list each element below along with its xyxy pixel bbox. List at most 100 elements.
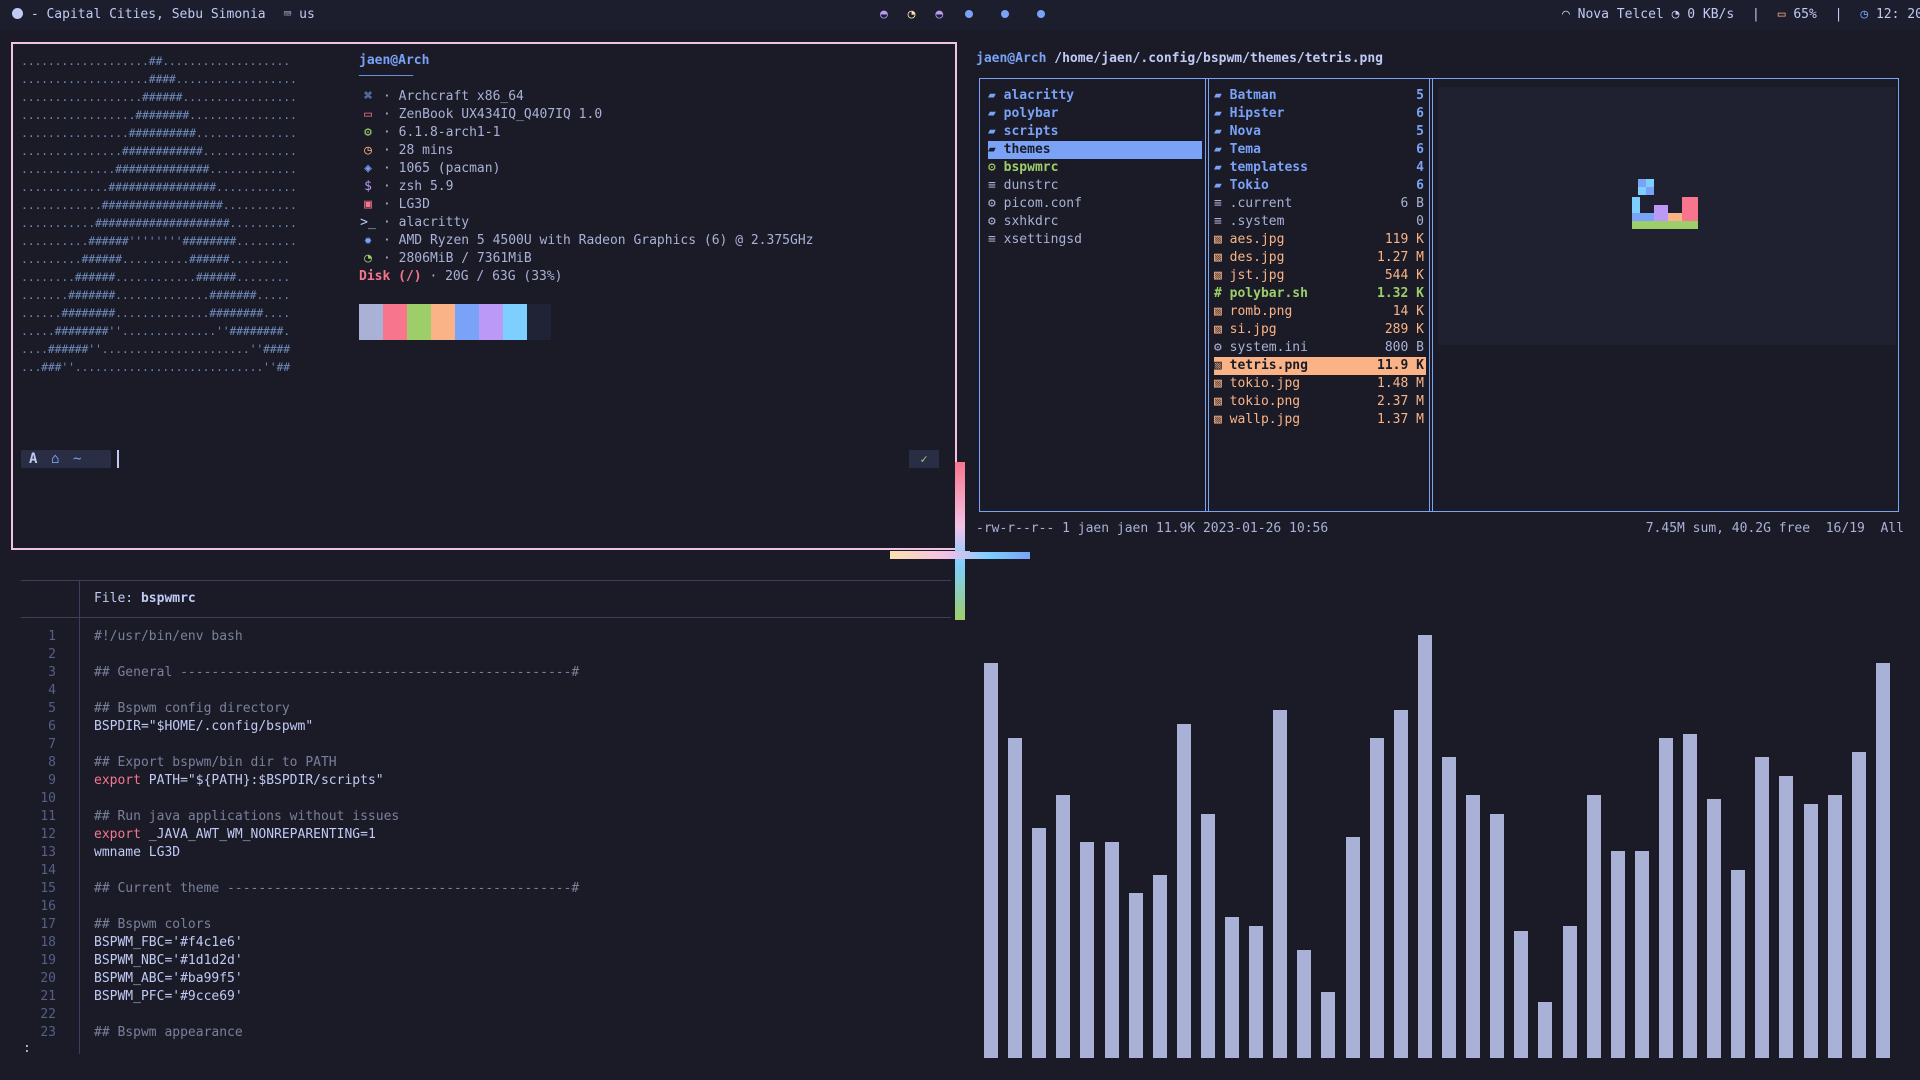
terminal-window[interactable]: ...................##...................…	[11, 42, 957, 550]
file-entry[interactable]: ≡ .current 6 B	[1214, 195, 1426, 213]
parent-entry[interactable]: ⚙ sxhkdrc	[988, 213, 1202, 231]
parent-entry[interactable]: ▰ alacritty	[988, 87, 1202, 105]
prompt-path: ~	[73, 451, 82, 467]
divider	[79, 580, 80, 1054]
image-icon: ▧	[1214, 304, 1230, 319]
entry-name: tetris.png	[1229, 358, 1308, 373]
workspace-1-ghost-icon[interactable]: ◓	[880, 7, 888, 22]
disk-line: Disk (/) · 20G / 63G (33%)	[359, 268, 563, 286]
clock-time: 12: 20	[1875, 7, 1920, 22]
workspace-2-pacman-icon[interactable]: ◔	[908, 7, 916, 22]
image-icon: ▧	[1214, 268, 1230, 283]
line-number: 10	[40, 791, 56, 806]
file-manager[interactable]: jaen@Arch /home/jaen/.config/bspwm/theme…	[970, 42, 1910, 552]
separator: |	[1834, 7, 1843, 22]
visualizer-bar	[1804, 804, 1818, 1058]
clock-icon: ◷	[364, 143, 372, 158]
info-row: ◷ · 28 mins	[359, 142, 453, 160]
gear-icon: ⚙	[364, 125, 372, 140]
line-number: 5	[48, 701, 56, 716]
ranger-current-column[interactable]: ▰ Batman 5 ▰ Hipster 6 ▰ Nova 5 ▰ Tema 6 ▰ templ…	[1205, 78, 1433, 512]
image-icon: ▧	[1214, 232, 1230, 247]
folder-icon: ▰	[988, 88, 1004, 103]
file-entry[interactable]: ⚙ system.ini 800 B	[1214, 339, 1426, 357]
file-entry[interactable]: ▧ jst.jpg 544 K	[1214, 267, 1426, 285]
workspace-4-dot[interactable]	[964, 10, 973, 18]
info-row: $ · zsh 5.9	[359, 178, 453, 196]
topbar-left: - Capital Cities, Sebu Simonia ⌨ us	[12, 7, 315, 22]
visualizer-bar	[984, 663, 998, 1058]
file-entry[interactable]: # polybar.sh 1.32 K	[1214, 285, 1426, 303]
top-bar: - Capital Cities, Sebu Simonia ⌨ us ◓ ◔ …	[0, 0, 1920, 30]
visualizer-bar	[1153, 875, 1167, 1058]
ranger-parent-column[interactable]: ▰ alacritty ▰ polybar ▰ scripts ▰ themes ⚙ b…	[979, 78, 1209, 512]
workspace-6-dot[interactable]	[1036, 10, 1045, 18]
code-line: ## Bspwm config directory	[94, 701, 290, 716]
file-entry[interactable]: ▧ aes.jpg 119 K	[1214, 231, 1426, 249]
file-icon: ≡	[1214, 214, 1230, 229]
workspace-5-dot[interactable]	[1000, 10, 1009, 18]
command-line[interactable]: :	[23, 1040, 31, 1058]
arch-icon: A	[29, 451, 38, 467]
entry-name: scripts	[1003, 124, 1059, 139]
parent-entry[interactable]: ▰ scripts	[988, 123, 1202, 141]
file-entry[interactable]: ▰ Batman 5	[1214, 87, 1426, 105]
color-swatch	[359, 304, 383, 340]
file-entry[interactable]: ▰ templatess 4	[1214, 159, 1426, 177]
entry-name: picom.conf	[1003, 196, 1082, 211]
visualizer-bar	[1346, 837, 1360, 1058]
line-number: 22	[40, 1007, 56, 1022]
file-entry[interactable]: ▧ romb.png 14 K	[1214, 303, 1426, 321]
info-text: · AMD Ryzen 5 4500U with Radeon Graphics…	[383, 233, 814, 248]
file-entry[interactable]: ▰ Tokio 6	[1214, 177, 1426, 195]
info-row: ⌘ · Archcraft x86_64	[359, 88, 524, 106]
visualizer-bar	[1731, 870, 1745, 1058]
audio-visualizer	[970, 566, 1910, 1066]
gear-icon: ⚙	[988, 214, 1004, 229]
file-entry[interactable]: ▧ tokio.jpg 1.48 M	[1214, 375, 1426, 393]
folder-icon: ▰	[1214, 178, 1230, 193]
parent-entry[interactable]: ▰ themes	[988, 141, 1202, 159]
code-line: ## Run java applications without issues	[94, 809, 400, 824]
folder-icon: ▰	[1214, 124, 1230, 139]
parent-entry[interactable]: ≡ xsettingsd	[988, 231, 1202, 249]
line-number: 16	[40, 899, 56, 914]
entry-size: 1.37 M	[1377, 412, 1424, 427]
code-viewer[interactable]: File: bspwmrc 1 #!/usr/bin/env bash 2 3 ## G…	[11, 566, 953, 1066]
color-swatch	[431, 304, 455, 340]
visualizer-bar	[1563, 926, 1577, 1058]
parent-entry[interactable]: ≡ dunstrc	[988, 177, 1202, 195]
tetris-block	[1632, 213, 1654, 221]
file-entry[interactable]: ▧ si.jpg 289 K	[1214, 321, 1426, 339]
entry-size: 544 K	[1384, 268, 1424, 283]
file-entry[interactable]: ▧ des.jpg 1.27 M	[1214, 249, 1426, 267]
text-cursor[interactable]	[117, 450, 119, 468]
file-entry[interactable]: ▰ Tema 6	[1214, 141, 1426, 159]
tetris-block	[1638, 179, 1646, 187]
visualizer-bar	[1321, 992, 1335, 1058]
file-entry[interactable]: ▰ Hipster 6	[1214, 105, 1426, 123]
workspace-3-ghost-icon[interactable]: ◓	[935, 7, 943, 22]
cpu-icon: ✹	[364, 233, 372, 248]
visualizer-bar	[1683, 734, 1697, 1058]
entry-size: 4	[1416, 160, 1424, 175]
visualizer-bar	[1466, 795, 1480, 1058]
clock-icon: ◷	[1860, 7, 1869, 22]
tetris-block	[1646, 187, 1654, 195]
file-entry[interactable]: ▧ tokio.png 2.37 M	[1214, 393, 1426, 411]
image-icon: ▧	[1214, 412, 1230, 427]
ranger-current-path: /home/jaen/.config/bspwm/themes/tetris.p…	[1054, 51, 1384, 66]
gear-icon: ⚙	[988, 160, 1004, 175]
file-entry[interactable]: ▧ wallp.jpg 1.37 M	[1214, 411, 1426, 429]
file-entry[interactable]: ≡ .system 0	[1214, 213, 1426, 231]
parent-entry[interactable]: ⚙ picom.conf	[988, 195, 1202, 213]
parent-entry[interactable]: ▰ polybar	[988, 105, 1202, 123]
home-icon: ⌂	[51, 451, 60, 467]
line-number: 6	[48, 719, 56, 734]
ranger-user: jaen@Arch	[976, 51, 1047, 66]
file-entry[interactable]: ▧ tetris.png 11.9 K	[1214, 357, 1426, 375]
line-number: 17	[40, 917, 56, 932]
file-entry[interactable]: ▰ Nova 5	[1214, 123, 1426, 141]
parent-entry[interactable]: ⚙ bspwmrc	[988, 159, 1202, 177]
entry-name: system.ini	[1229, 340, 1308, 355]
